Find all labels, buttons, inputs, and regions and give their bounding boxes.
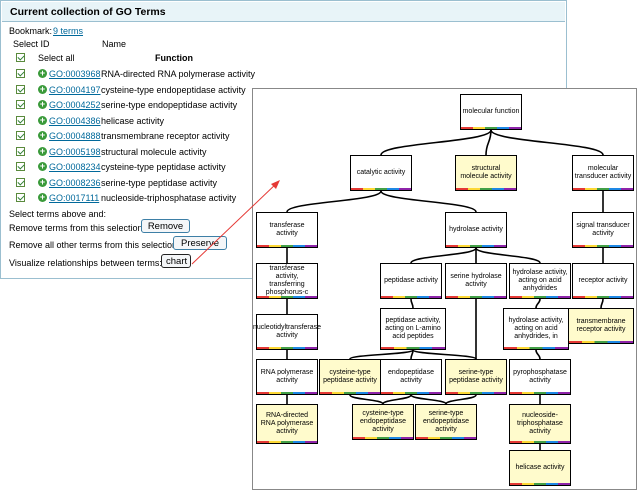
red-arrow bbox=[191, 180, 280, 265]
arrow-line bbox=[191, 181, 279, 265]
